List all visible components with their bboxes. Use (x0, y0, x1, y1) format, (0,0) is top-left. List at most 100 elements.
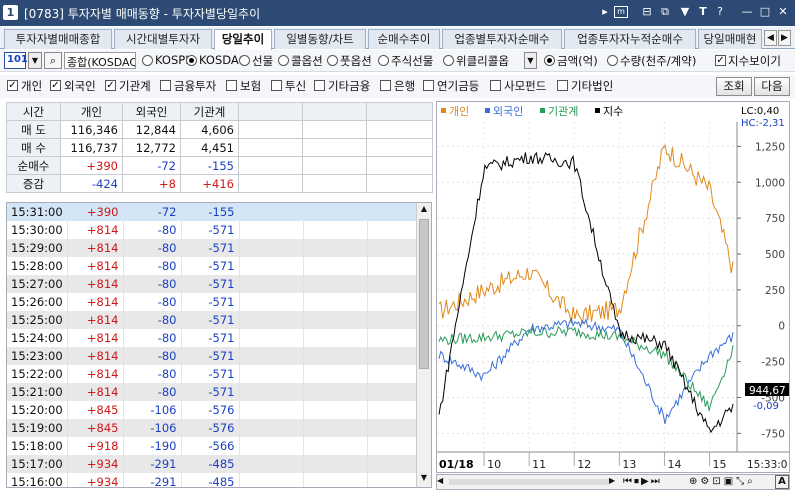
cell-time: 15:22:00 (7, 365, 68, 383)
list-item[interactable]: 15:26:00 +814 -80 -571 (7, 293, 418, 311)
checkbox-other-fin[interactable] (314, 80, 325, 91)
checkbox-private[interactable] (490, 80, 501, 91)
tab-daily-trend[interactable]: 당일추이 (214, 29, 272, 50)
radio-kospi[interactable] (142, 55, 153, 66)
cell-time: 15:19:00 (7, 419, 68, 437)
radio-weekly[interactable] (443, 55, 454, 66)
chart-tool-icons[interactable]: ⊕⚙⊡▣⤡⌕ (689, 476, 756, 487)
index-view-checkbox[interactable]: ✓ (715, 55, 726, 66)
radio-futures[interactable] (239, 55, 250, 66)
cell-individual: 116,346 (60, 120, 123, 139)
scroll-up-icon[interactable]: ▲ (418, 204, 430, 217)
y-tick-label: 1,250 (755, 141, 785, 153)
list-item[interactable]: 15:25:00 +814 -80 -571 (7, 311, 418, 329)
query-button[interactable]: 조회 (716, 77, 752, 96)
tab-next-icon[interactable]: ▶ (778, 30, 791, 46)
chart-nav-icons[interactable]: ⏮⏹▶⏭ (623, 476, 662, 487)
code-select[interactable]: 101 (4, 52, 28, 69)
tab-investor-summary[interactable]: 투자자별매매종합 (4, 29, 112, 49)
checkbox-pension[interactable] (423, 80, 434, 91)
scroll-down-icon[interactable]: ▼ (418, 473, 430, 486)
market-name-field[interactable]: 종합(KOSDAQ (64, 52, 136, 69)
minimize-icon[interactable]: — (740, 4, 754, 20)
next-button[interactable]: 다음 (754, 77, 790, 96)
radio-quantity[interactable] (607, 55, 618, 66)
chart-scroll-left-icon[interactable]: ◀ (437, 476, 447, 488)
play-icon[interactable]: ▸ (598, 4, 612, 20)
code-dropdown-icon[interactable]: ▼ (28, 52, 42, 69)
cell-individual: 116,737 (60, 138, 123, 157)
scroll-thumb[interactable] (419, 219, 429, 369)
list-item[interactable]: 15:16:00 +934 -291 -485 (7, 473, 418, 487)
x-tick-label: 13 (622, 458, 636, 471)
cell-time: 15:16:00 (7, 473, 68, 487)
search-icon[interactable]: ⌕ (44, 52, 62, 69)
tab-sector-cumulative[interactable]: 업종투자자누적순매수 (564, 29, 696, 49)
time-list[interactable]: 15:31:00 +390 -72 -155 15:30:00 +814 -80 -571 15… (6, 202, 432, 488)
layout-icon[interactable]: ⊟ (640, 4, 654, 20)
copy-icon[interactable]: ⧉ (658, 4, 672, 20)
checkbox-trust[interactable] (271, 80, 282, 91)
cell-time: 15:24:00 (7, 329, 68, 347)
list-item[interactable]: 15:19:00 +845 -106 -576 (7, 419, 418, 437)
header-time: 시간 (6, 102, 61, 121)
close-icon[interactable]: ✕ (776, 4, 790, 20)
tab-time-investor[interactable]: 시간대별투자자 (114, 29, 212, 49)
x-date-label: 01/18 (439, 458, 474, 471)
cell-foreign: -106 (123, 401, 182, 419)
list-item[interactable]: 15:31:00 +390 -72 -155 (7, 203, 418, 221)
tab-daily-chart[interactable]: 일별동향/차트 (274, 29, 366, 49)
chart-scroll-toolbar: ◀ ▶ ⏮⏹▶⏭ ⊕⚙⊡▣⤡⌕ A (436, 474, 790, 490)
monitor-icon[interactable]: m (614, 6, 628, 18)
list-item[interactable]: 15:24:00 +814 -80 -571 (7, 329, 418, 347)
checkbox-foreign[interactable]: ✓ (50, 80, 61, 91)
tab-daily-trade[interactable]: 당일매매현 (698, 29, 762, 49)
cell-institution: -571 (181, 239, 240, 257)
cell-institution: -571 (181, 365, 240, 383)
pin-icon[interactable]: ▼ (678, 4, 692, 20)
maximize-icon[interactable]: □ (758, 4, 772, 20)
list-item[interactable]: 15:17:00 +934 -291 -485 (7, 455, 418, 473)
list-item[interactable]: 15:21:00 +814 -80 -571 (7, 383, 418, 401)
list-item[interactable]: 15:28:00 +814 -80 -571 (7, 257, 418, 275)
chart-scroll-track[interactable] (449, 479, 609, 485)
radio-put[interactable] (327, 55, 338, 66)
list-item[interactable]: 15:23:00 +814 -80 -571 (7, 347, 418, 365)
list-item[interactable]: 15:27:00 +814 -80 -571 (7, 275, 418, 293)
list-item[interactable]: 15:30:00 +814 -80 -571 (7, 221, 418, 239)
checkbox-fin-invest[interactable] (160, 80, 171, 91)
list-item[interactable]: 15:29:00 +814 -80 -571 (7, 239, 418, 257)
radio-kosdaq[interactable] (186, 55, 197, 66)
radio-amount[interactable] (544, 55, 555, 66)
list-item[interactable]: 15:20:00 +845 -106 -576 (7, 401, 418, 419)
radio-call[interactable] (278, 55, 289, 66)
chart-font-icon[interactable]: A (775, 475, 789, 489)
list-scrollbar[interactable]: ▲ ▼ (416, 203, 431, 487)
tab-sector-net-buy[interactable]: 업종별투자자순매수 (442, 29, 562, 49)
legend-label-0: 개인 (449, 105, 469, 118)
checkbox-pension-label: 연기금등 (437, 79, 480, 93)
radio-stock-futures-label: 주식선물 (391, 54, 434, 68)
checkbox-bank[interactable] (380, 80, 391, 91)
cell-foreign: -106 (123, 419, 182, 437)
tab-net-buy-trend[interactable]: 순매수추이 (368, 29, 440, 49)
trend-chart[interactable]: 개인 외국인 기관계 지수 LC:0,40 HC:-2,31 1,250 1,000 750 50… (436, 101, 790, 473)
y-tick-label: -250 (761, 357, 785, 369)
cell-foreign: -72 (123, 203, 182, 221)
cell-individual: +934 (67, 455, 124, 473)
radio-stock-futures[interactable] (378, 55, 389, 66)
chart-scroll-right-icon[interactable]: ▶ (609, 476, 619, 488)
checkbox-individual-label: 개인 (21, 79, 43, 93)
list-item[interactable]: 15:18:00 +918 -190 -566 (7, 437, 418, 455)
cell-foreign: -291 (123, 473, 182, 487)
checkbox-other-corp[interactable] (557, 80, 568, 91)
help-icon[interactable]: ? (713, 4, 727, 20)
tab-prev-icon[interactable]: ◀ (764, 30, 777, 46)
weekly-dropdown-icon[interactable]: ▼ (524, 52, 537, 69)
checkbox-insurance[interactable] (226, 80, 237, 91)
x-end-time: 15:33:0 (747, 459, 787, 471)
checkbox-institution[interactable]: ✓ (105, 80, 116, 91)
list-item[interactable]: 15:22:00 +814 -80 -571 (7, 365, 418, 383)
checkbox-individual[interactable]: ✓ (7, 80, 18, 91)
font-icon[interactable]: T (696, 4, 710, 20)
